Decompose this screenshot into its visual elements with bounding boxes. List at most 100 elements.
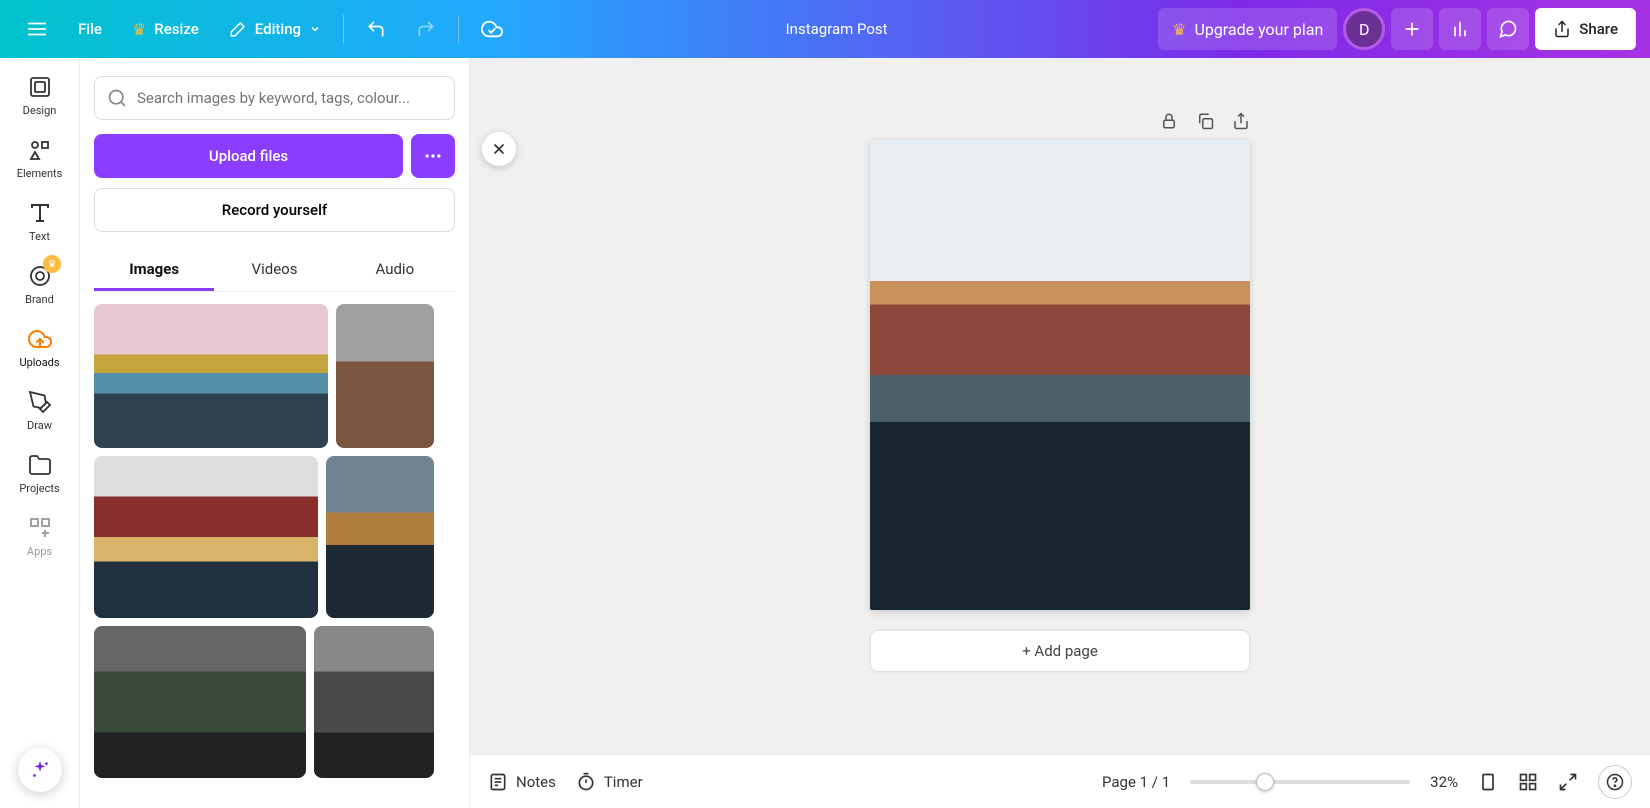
elements-icon (27, 137, 53, 163)
magic-button[interactable] (18, 748, 62, 792)
lock-icon (1160, 112, 1178, 130)
rail-projects[interactable]: Projects (0, 452, 79, 495)
search-icon (107, 88, 127, 108)
upload-thumb[interactable] (94, 456, 318, 618)
apps-icon (27, 515, 53, 541)
tab-videos[interactable]: Videos (214, 250, 334, 291)
zoom-slider[interactable] (1190, 780, 1410, 784)
record-yourself-button[interactable]: Record yourself (94, 188, 455, 232)
rail-label: Apps (27, 545, 52, 558)
share-icon (1553, 20, 1571, 38)
rail-brand[interactable]: ♛ Brand (0, 263, 79, 306)
rail-draw[interactable]: Draw (0, 389, 79, 432)
grid-view-button[interactable] (1518, 772, 1538, 792)
upload-thumb[interactable] (94, 626, 306, 778)
help-icon (1606, 773, 1624, 791)
undo-button[interactable] (354, 8, 398, 50)
upload-options-button[interactable] (411, 134, 455, 178)
page-view-icon (1478, 772, 1498, 792)
rail-label: Design (23, 104, 57, 117)
tab-audio[interactable]: Audio (335, 250, 455, 291)
export-page-button[interactable] (1232, 112, 1250, 134)
rail-design[interactable]: Design (0, 74, 79, 117)
share-button[interactable]: Share (1535, 8, 1636, 50)
comment-icon (1498, 19, 1518, 39)
rail-label: Elements (17, 167, 63, 180)
upload-thumb[interactable] (314, 626, 434, 778)
zoom-slider-thumb[interactable] (1256, 773, 1274, 791)
chevron-down-icon (309, 23, 321, 35)
add-member-button[interactable] (1391, 8, 1433, 50)
canvas-area: + Add page Notes Timer Page 1 / 1 32% (470, 58, 1650, 808)
separator (343, 15, 344, 43)
notes-label: Notes (516, 773, 556, 791)
draw-icon (27, 389, 53, 415)
comments-button[interactable] (1487, 8, 1529, 50)
rail-text[interactable]: Text (0, 200, 79, 243)
bottom-bar: Notes Timer Page 1 / 1 32% (470, 754, 1650, 808)
editing-mode-button[interactable]: Editing (217, 8, 333, 50)
search-input[interactable] (137, 89, 442, 107)
close-panel-button[interactable] (482, 132, 516, 166)
canvas-page[interactable] (870, 140, 1250, 610)
notes-button[interactable]: Notes (488, 772, 556, 792)
chart-icon (1450, 19, 1470, 39)
uploads-gallery (94, 304, 455, 808)
add-page-button[interactable]: + Add page (870, 630, 1250, 672)
upload-thumb[interactable] (336, 304, 434, 448)
zoom-level[interactable]: 32% (1430, 773, 1458, 791)
resize-label: Resize (154, 20, 198, 38)
wand-icon (229, 20, 247, 38)
page-indicator[interactable]: Page 1 / 1 (1102, 773, 1170, 791)
design-icon (27, 74, 53, 100)
plus-icon (1402, 19, 1422, 39)
notes-icon (488, 772, 508, 792)
rail-label: Draw (27, 419, 52, 432)
left-rail: Design Elements Text ♛ Brand Uploads (0, 58, 80, 808)
upload-files-button[interactable]: Upload files (94, 134, 403, 178)
duplicate-page-button[interactable] (1196, 112, 1214, 134)
analytics-button[interactable] (1439, 8, 1481, 50)
rail-label: Brand (25, 293, 54, 306)
hamburger-menu[interactable] (14, 8, 60, 50)
editing-label: Editing (255, 20, 301, 38)
timer-icon (576, 772, 596, 792)
resize-button[interactable]: ♛ Resize (120, 8, 211, 50)
doc-title[interactable]: Instagram Post (774, 8, 900, 50)
fullscreen-icon (1558, 772, 1578, 792)
upgrade-plan-button[interactable]: ♛ Upgrade your plan (1158, 8, 1337, 50)
lock-page-button[interactable] (1160, 112, 1178, 134)
help-button[interactable] (1598, 765, 1632, 799)
crown-icon: ♛ (132, 20, 146, 39)
uploads-icon (27, 326, 53, 352)
media-tabs: Images Videos Audio (94, 250, 455, 292)
undo-icon (366, 19, 386, 39)
rail-label: Projects (19, 482, 59, 495)
app-header: File ♛ Resize Editing Instagram Post ♛ U… (0, 0, 1650, 58)
redo-button[interactable] (404, 8, 448, 50)
rail-uploads[interactable]: Uploads (0, 326, 79, 369)
fullscreen-button[interactable] (1558, 772, 1578, 792)
timer-button[interactable]: Timer (576, 772, 643, 792)
cloud-check-icon (481, 18, 503, 40)
upload-thumb[interactable] (94, 304, 328, 448)
menu-icon (26, 18, 48, 40)
uploads-panel: Upload files Record yourself Images Vide… (80, 58, 470, 808)
grid-view-icon (1518, 772, 1538, 792)
page-view-button[interactable] (1478, 772, 1498, 792)
text-icon (27, 200, 53, 226)
upload-thumb[interactable] (326, 456, 434, 618)
search-bar[interactable] (94, 76, 455, 120)
crown-icon: ♛ (1172, 20, 1186, 39)
redo-icon (416, 19, 436, 39)
more-icon (423, 146, 443, 166)
brand-crown-badge: ♛ (43, 255, 61, 273)
separator (458, 15, 459, 43)
export-icon (1232, 112, 1250, 130)
tab-images[interactable]: Images (94, 250, 214, 291)
user-avatar[interactable]: D (1343, 8, 1385, 50)
rail-elements[interactable]: Elements (0, 137, 79, 180)
cloud-status[interactable] (469, 8, 515, 50)
file-menu[interactable]: File (66, 8, 114, 50)
rail-apps[interactable]: Apps (0, 515, 79, 558)
